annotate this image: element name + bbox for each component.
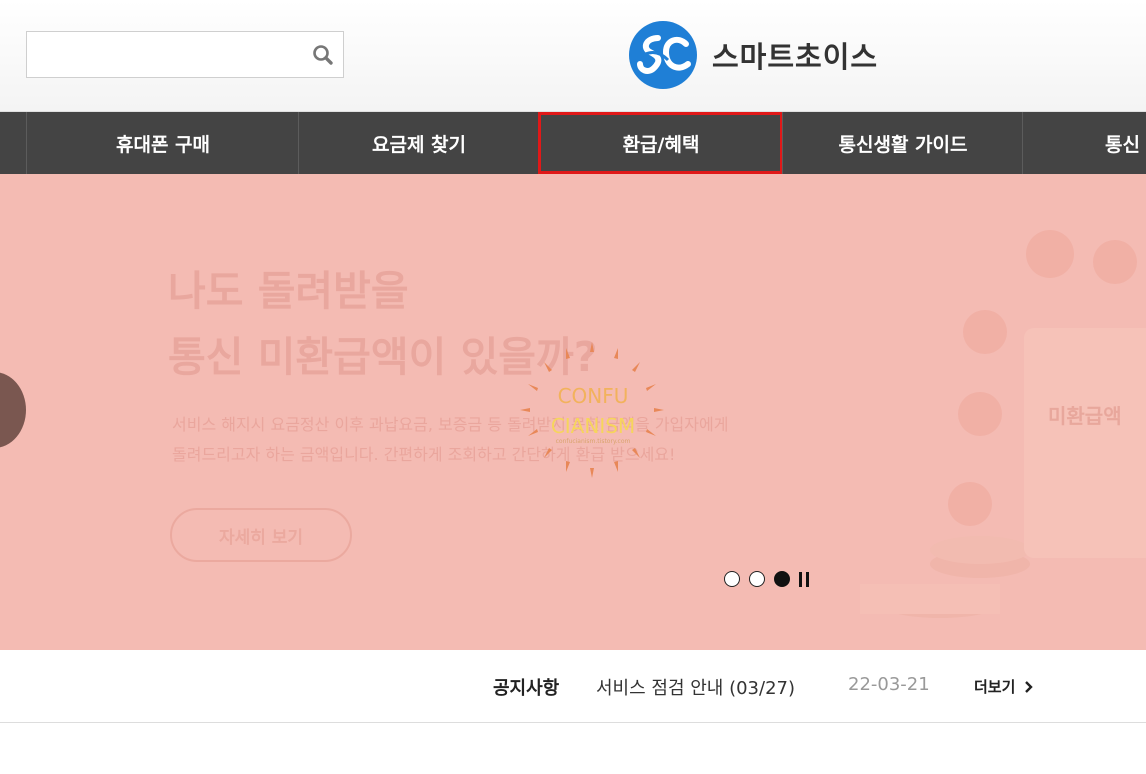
notice-label: 공지사항 <box>493 678 560 699</box>
search-input[interactable] <box>27 32 307 77</box>
hero-banner: 나도 돌려받을 통신 미환급액이 있을까? 서비스 해지시 요금정산 이후 과납… <box>0 174 1146 650</box>
slide-indicators <box>724 571 813 587</box>
slide-dot-3[interactable] <box>774 571 790 587</box>
notice-more-link[interactable]: 더보기 <box>974 676 1034 697</box>
nav-item-telecom-guide[interactable]: 통신생활 가이드 <box>782 112 1023 174</box>
notice-date: 22-03-21 <box>848 674 930 695</box>
banner-prev-button[interactable] <box>0 372 26 448</box>
site-logo[interactable]: 스마트초이스 <box>628 20 878 90</box>
nav-item-telecom[interactable]: 통신 <box>1022 112 1146 174</box>
watermark-burst <box>520 342 664 478</box>
search-box <box>26 31 344 78</box>
slide-dot-2[interactable] <box>749 571 765 587</box>
notice-more-label: 더보기 <box>974 678 1016 696</box>
refund-panel-label: 미환급액 <box>1048 404 1122 428</box>
pause-icon[interactable] <box>799 571 813 587</box>
notice-bar: 공지사항 서비스 점검 안내 (03/27) 22-03-21 더보기 <box>0 650 1146 723</box>
watermark-line-2: CIANISM <box>550 414 636 438</box>
headline-line-1: 나도 돌려받을 <box>168 267 409 315</box>
nav-item-refund-benefits[interactable]: 환급/혜택 <box>538 112 783 174</box>
search-icon[interactable] <box>309 41 337 69</box>
banner-more-button[interactable]: 자세히 보기 <box>170 508 352 562</box>
nav-item-phone-purchase[interactable]: 휴대폰 구매 <box>26 112 299 174</box>
sc-logo-icon <box>629 21 697 89</box>
watermark-line-1: CONFU <box>557 384 629 408</box>
notice-title-link[interactable]: 서비스 점검 안내 (03/27) <box>596 674 795 700</box>
main-nav: 휴대폰 구매 요금제 찾기 환급/혜택 통신생활 가이드 통신 <box>0 112 1146 174</box>
refund-panel <box>1024 328 1146 558</box>
nav-item-plan-search[interactable]: 요금제 찾기 <box>298 112 539 174</box>
logo-text: 스마트초이스 <box>712 40 879 74</box>
chevron-right-icon <box>1025 680 1034 693</box>
watermark-line-3: confucianism.tistory.com <box>555 438 631 445</box>
site-header: 스마트초이스 <box>0 0 1146 112</box>
slide-dot-1[interactable] <box>724 571 740 587</box>
